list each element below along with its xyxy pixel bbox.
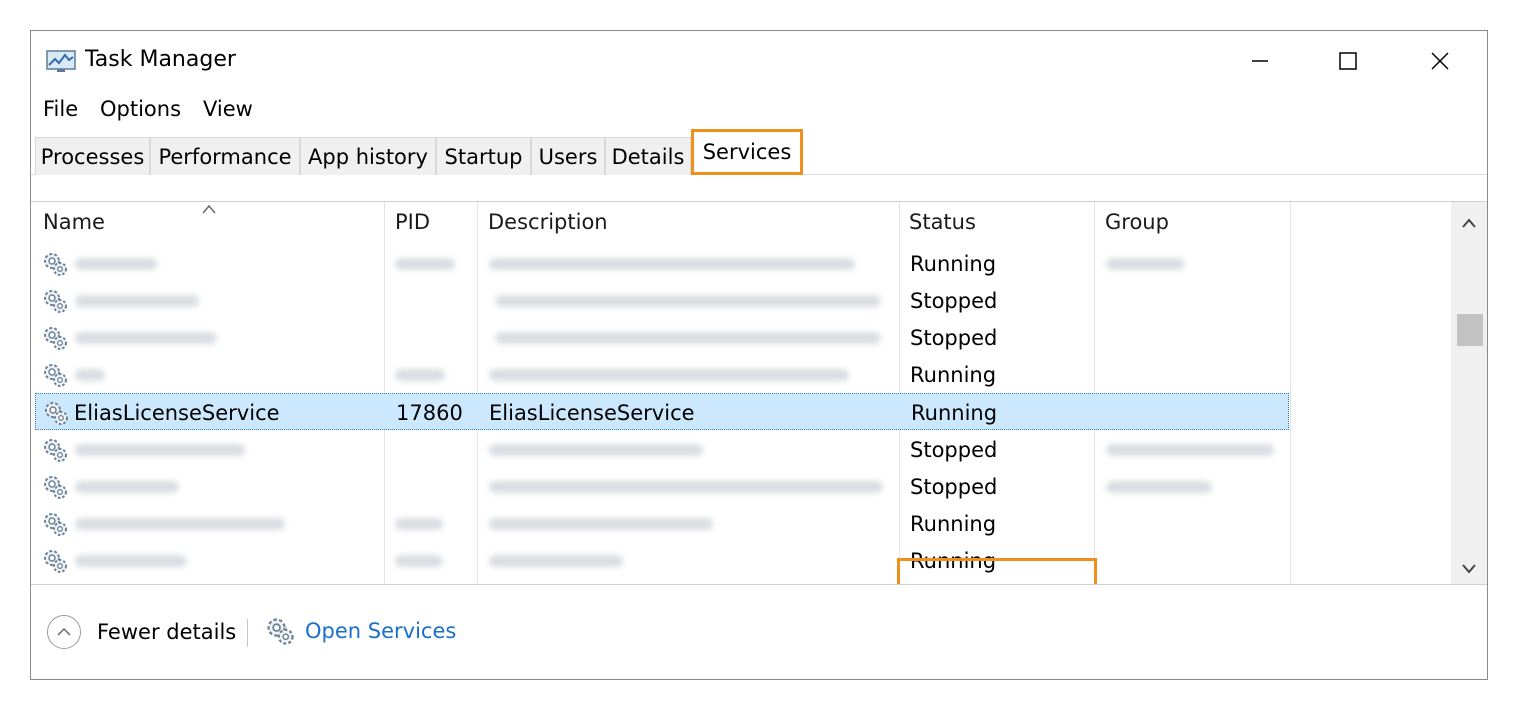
table-row[interactable]: Running [31, 542, 1291, 579]
column-header-pid[interactable]: PID [395, 202, 430, 242]
column-header-status[interactable]: Status [909, 202, 976, 242]
tab-startup[interactable]: Startup [436, 137, 531, 175]
status-cell: Running [911, 400, 998, 425]
menu-view[interactable]: View [203, 97, 253, 121]
blurred-description [495, 294, 881, 307]
status-cell: Stopped [910, 474, 998, 499]
tab-content-spacer [31, 175, 1487, 202]
footer-bar: Fewer details Open Services [31, 585, 1487, 679]
blurred-pid [395, 554, 443, 567]
chevron-up-icon [1462, 218, 1476, 228]
column-header-group[interactable]: Group [1105, 202, 1169, 242]
open-services-label: Open Services [305, 619, 457, 643]
vertical-scrollbar[interactable] [1451, 202, 1487, 584]
minimize-button[interactable] [1237, 43, 1283, 79]
status-highlight-box [897, 558, 1097, 584]
title-bar[interactable]: Task Manager [31, 31, 1487, 93]
chevron-down-icon [1462, 564, 1476, 574]
blurred-description [489, 443, 703, 456]
close-icon [1431, 52, 1449, 70]
service-gear-icon [44, 327, 67, 350]
service-gear-icon [44, 476, 67, 499]
chevron-up-circle-icon [47, 615, 81, 649]
service-description: EliasLicenseService [489, 400, 695, 425]
status-cell: Stopped [910, 325, 998, 350]
blurred-description [495, 331, 881, 344]
tab-app-history[interactable]: App history [300, 137, 436, 175]
status-cell: Running [910, 362, 997, 387]
blurred-group [1106, 480, 1212, 493]
tab-performance[interactable]: Performance [150, 137, 300, 175]
tab-processes[interactable]: Processes [35, 137, 150, 175]
task-manager-icon [46, 50, 76, 72]
blurred-name [75, 554, 187, 567]
fewer-details-button[interactable]: Fewer details [47, 615, 236, 649]
menu-bar: File Options View [31, 93, 1487, 127]
services-gear-icon [267, 618, 294, 645]
service-pid: 17860 [396, 400, 463, 425]
table-row[interactable]: Stopped [31, 431, 1291, 468]
task-manager-window: Task Manager File Options View Processes… [30, 30, 1488, 680]
scroll-up-button[interactable] [1451, 208, 1487, 238]
blurred-description [489, 257, 855, 270]
blurred-group [1106, 257, 1184, 270]
blurred-name [75, 443, 245, 456]
service-gear-icon [44, 290, 67, 313]
maximize-button[interactable] [1325, 43, 1371, 79]
service-gear-icon [44, 439, 67, 462]
service-name: EliasLicenseService [74, 400, 280, 425]
minimize-icon [1252, 60, 1268, 62]
scrollbar-thumb[interactable] [1457, 314, 1483, 346]
table-row-selected[interactable]: EliasLicenseService 17860 EliasLicenseSe… [35, 393, 1289, 430]
tab-details[interactable]: Details [605, 137, 691, 175]
blurred-description [489, 368, 849, 381]
menu-file[interactable]: File [43, 97, 78, 121]
table-row[interactable]: Stopped [31, 319, 1291, 356]
blurred-pid [395, 368, 445, 381]
status-cell: Stopped [910, 288, 998, 313]
table-row[interactable]: Stopped [31, 282, 1291, 319]
status-cell: Running [910, 251, 997, 276]
status-cell: Running [910, 511, 997, 536]
sort-ascending-icon [202, 204, 216, 214]
blurred-name [75, 368, 105, 381]
service-gear-icon [44, 253, 67, 276]
table-row[interactable]: Stopped [31, 468, 1291, 505]
blurred-pid [395, 257, 455, 270]
blurred-name [75, 480, 179, 493]
service-gear-icon [44, 513, 67, 536]
blurred-description [489, 554, 623, 567]
blurred-name [75, 257, 157, 270]
tab-users[interactable]: Users [531, 137, 605, 175]
tab-services[interactable]: Services [691, 129, 803, 175]
blurred-description [489, 517, 713, 530]
menu-options[interactable]: Options [100, 97, 181, 121]
window-title: Task Manager [85, 47, 236, 72]
service-gear-icon [45, 402, 68, 425]
blurred-name [75, 331, 217, 344]
tab-bar: Processes Performance App history Startu… [31, 127, 1487, 175]
blurred-group [1106, 443, 1274, 456]
open-services-link[interactable]: Open Services [263, 615, 456, 647]
scroll-down-button[interactable] [1451, 554, 1487, 584]
blurred-pid [395, 517, 443, 530]
footer-separator [247, 619, 248, 647]
maximize-icon [1339, 52, 1357, 70]
table-row[interactable]: Running [31, 356, 1291, 393]
close-button[interactable] [1417, 43, 1463, 79]
column-header-name[interactable]: Name [43, 202, 105, 242]
table-row[interactable]: Running [31, 505, 1291, 542]
status-cell: Stopped [910, 437, 998, 462]
services-table: Name PID Description Status Group Runnin… [31, 202, 1451, 584]
column-header-description[interactable]: Description [488, 202, 608, 242]
service-gear-icon [44, 550, 67, 573]
blurred-name [75, 517, 285, 530]
table-row[interactable]: Running [31, 245, 1291, 282]
fewer-details-label: Fewer details [97, 620, 237, 644]
service-gear-icon [44, 364, 67, 387]
blurred-description [489, 480, 883, 493]
blurred-name [75, 294, 199, 307]
